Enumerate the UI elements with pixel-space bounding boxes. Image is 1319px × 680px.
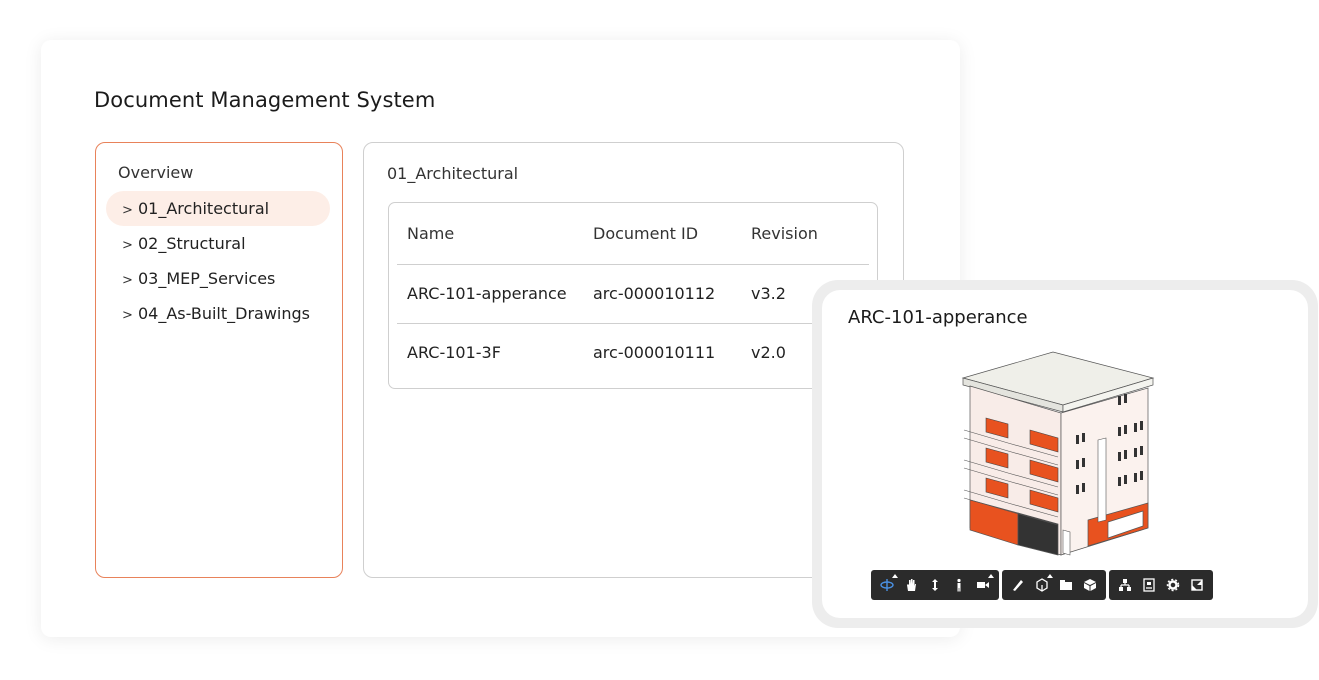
explode-icon[interactable]	[1054, 573, 1078, 597]
table-row[interactable]: ARC-101-apperance arc-000010112 v3.2	[397, 264, 869, 324]
model-tree-icon[interactable]	[1113, 573, 1137, 597]
first-person-icon[interactable]	[947, 573, 971, 597]
settings-icon[interactable]	[1161, 573, 1185, 597]
current-folder-title: 01_Architectural	[387, 164, 519, 183]
viewer-toolbar	[871, 570, 1213, 600]
folder-item-label: 03_MEP_Services	[138, 269, 276, 288]
model-tools-group	[1002, 570, 1106, 600]
section-box-icon[interactable]	[1030, 573, 1054, 597]
page-title: Document Management System	[94, 88, 436, 112]
dolly-icon[interactable]	[923, 573, 947, 597]
submenu-indicator-icon	[1047, 574, 1053, 578]
cell-document-name: ARC-101-apperance	[397, 264, 593, 324]
folder-item-label: 04_As-Built_Drawings	[138, 304, 310, 323]
measure-icon[interactable]	[1006, 573, 1030, 597]
table-row[interactable]: ARC-101-3F arc-000010111 v2.0	[397, 323, 869, 382]
camera-icon[interactable]	[971, 573, 995, 597]
chevron-right-icon: >	[122, 273, 133, 288]
folder-tree-panel: Overview >01_Architectural >02_Structura…	[95, 142, 343, 578]
chevron-right-icon: >	[122, 203, 133, 218]
building-model-3d[interactable]	[958, 350, 1158, 560]
preview-document-title: ARC-101-apperance	[848, 307, 1028, 328]
pan-hand-icon[interactable]	[899, 573, 923, 597]
folder-item-mep-services[interactable]: >03_MEP_Services	[106, 261, 330, 296]
cell-document-name: ARC-101-3F	[407, 343, 501, 363]
cell-document-id: arc-000010111	[593, 343, 716, 363]
fullscreen-icon[interactable]	[1185, 573, 1209, 597]
submenu-indicator-icon	[988, 574, 994, 578]
folder-item-architectural[interactable]: >01_Architectural	[106, 191, 330, 226]
cell-document-id: arc-000010112	[593, 264, 751, 324]
folder-item-label: 01_Architectural	[138, 199, 270, 218]
navigation-tools-group	[871, 570, 999, 600]
folder-overview-link[interactable]: Overview	[118, 163, 193, 182]
orbit-icon[interactable]	[875, 573, 899, 597]
settings-tools-group	[1109, 570, 1213, 600]
model-cube-icon[interactable]	[1078, 573, 1102, 597]
folder-list: >01_Architectural >02_Structural >03_MEP…	[106, 191, 330, 331]
table-header-row: Name Document ID Revision	[397, 203, 869, 265]
column-header-document-id[interactable]: Document ID	[593, 203, 751, 265]
properties-icon[interactable]	[1137, 573, 1161, 597]
chevron-right-icon: >	[122, 308, 133, 323]
folder-item-label: 02_Structural	[138, 234, 246, 253]
document-table: Name Document ID Revision ARC-101-appera…	[388, 202, 878, 389]
folder-item-as-built-drawings[interactable]: >04_As-Built_Drawings	[106, 296, 330, 331]
submenu-indicator-icon	[892, 574, 898, 578]
column-header-name[interactable]: Name	[397, 203, 593, 265]
chevron-right-icon: >	[122, 238, 133, 253]
folder-item-structural[interactable]: >02_Structural	[106, 226, 330, 261]
column-header-revision[interactable]: Revision	[751, 203, 869, 265]
